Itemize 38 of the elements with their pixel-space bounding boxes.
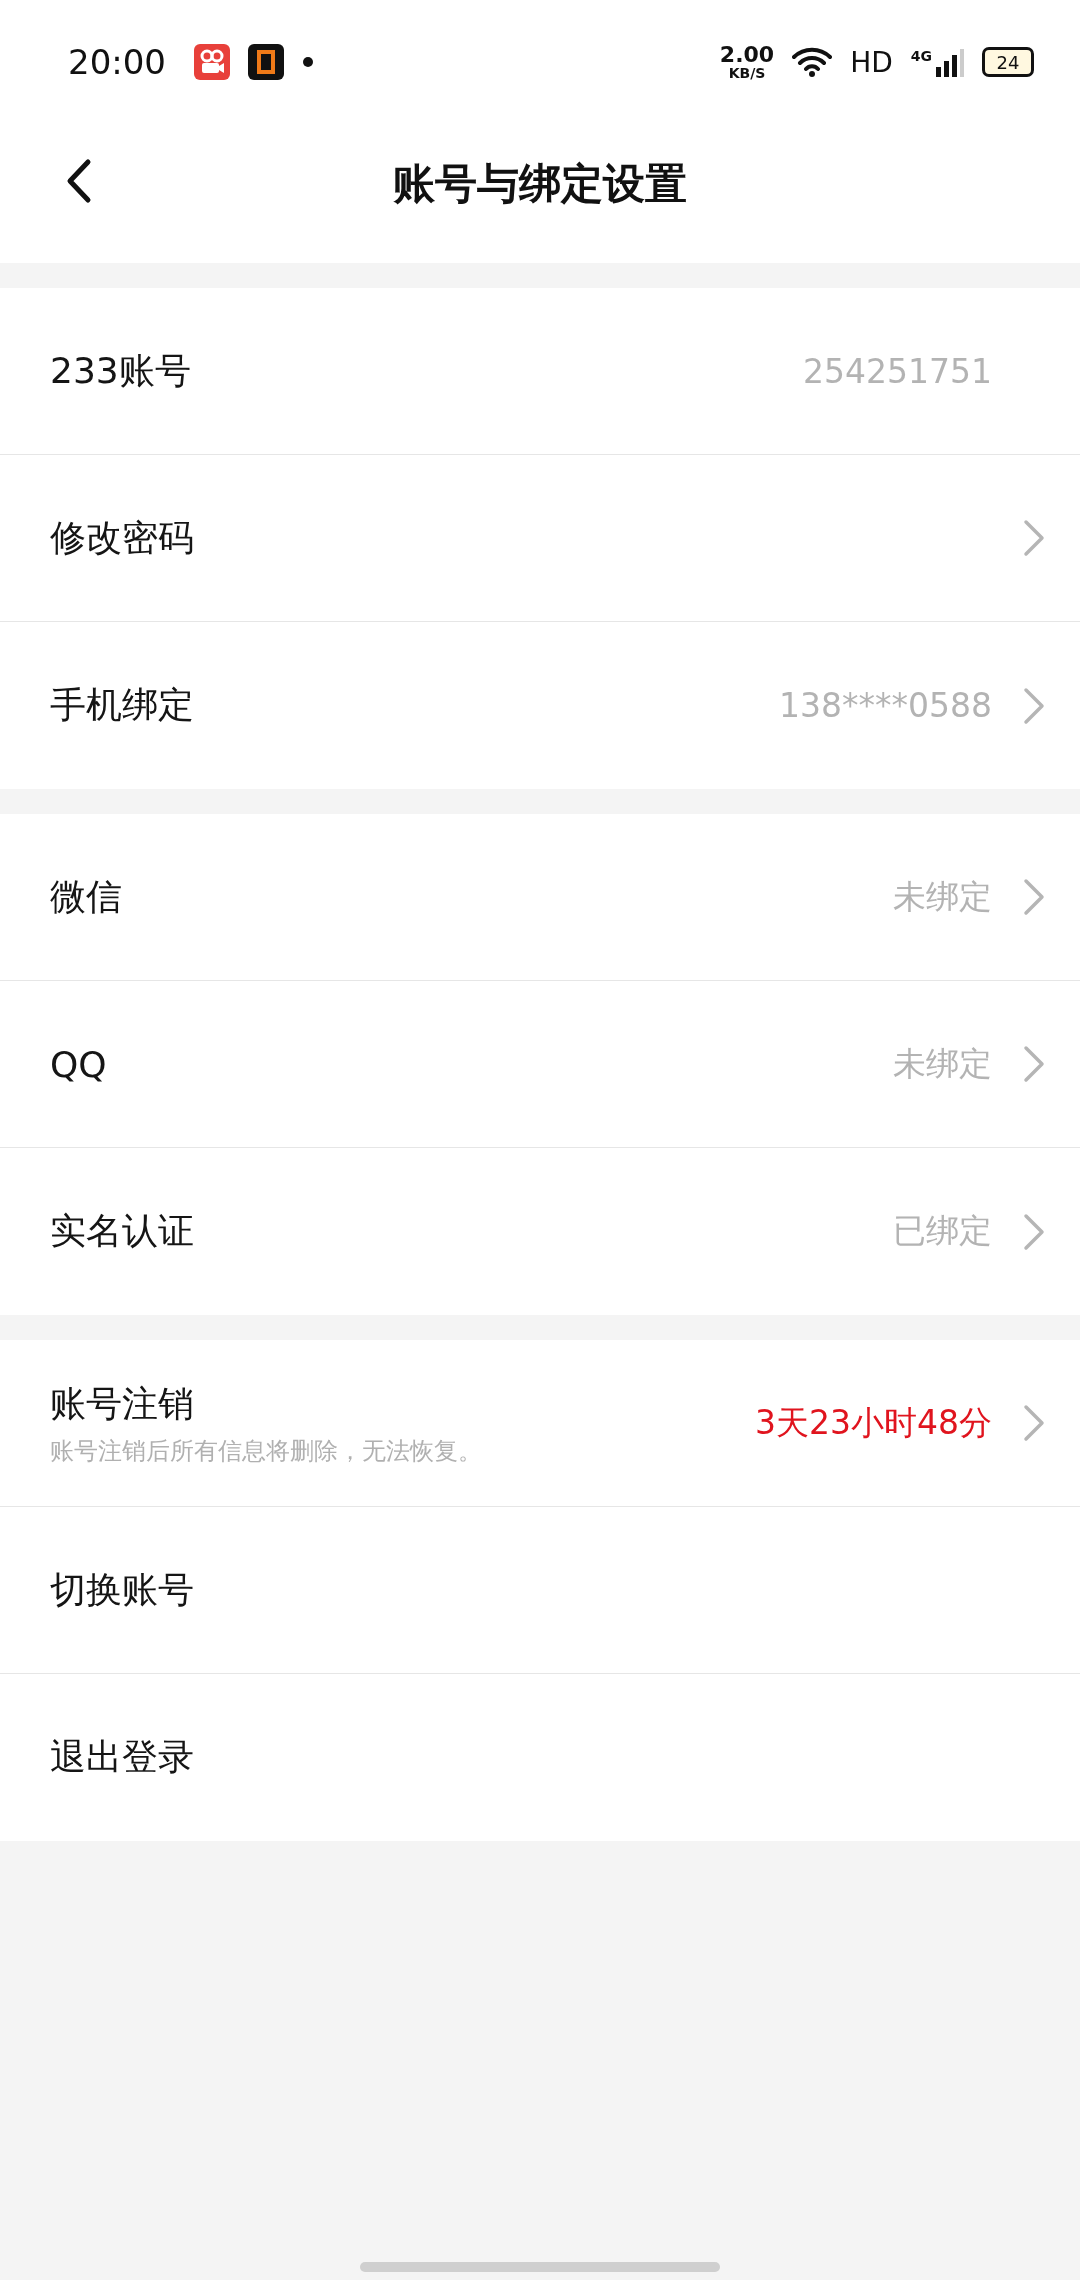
settings-row[interactable]: 微信 未绑定 [0,814,1080,981]
battery-indicator: 24 [982,47,1034,77]
settings-row[interactable]: 切换账号 [0,1507,1080,1674]
row-label: QQ [50,1043,108,1085]
signal-icon [934,47,964,77]
row-label: 账号注销 [50,1381,195,1426]
settings-row[interactable]: 实名认证 已绑定 [0,1148,1080,1315]
settings-row[interactable]: 退出登录 [0,1674,1080,1841]
row-label: 修改密码 [50,515,195,560]
row-value: 254251751 [803,351,992,391]
status-time: 20:00 [68,42,166,82]
row-value: 138****0588 [779,686,992,725]
row-label: 切换账号 [50,1567,195,1612]
row-label: 退出登录 [50,1735,195,1779]
back-icon [66,158,92,204]
settings-row[interactable]: QQ 未绑定 [0,981,1080,1148]
settings-row[interactable]: 手机绑定 138****0588 [0,622,1080,789]
settings-row[interactable]: 233账号 254251751 [0,288,1080,455]
notification-dot-icon [302,56,314,68]
row-value: 未绑定 [893,875,992,918]
cell-type: 4G [910,48,932,64]
network-speed: 2.00 [719,44,775,66]
row-label: 实名认证 [50,1209,195,1253]
row-value: 未绑定 [893,1042,992,1085]
row-label: 微信 [50,874,123,919]
row-value: 已绑定 [893,1210,992,1252]
video-app-icon [194,44,230,80]
hd-indicator: HD [850,45,893,79]
page-title: 账号与绑定设置 [393,157,687,210]
wifi-icon [792,47,833,77]
countdown-value: 3天23小时48分 [755,1401,992,1444]
book-app-icon [248,44,284,80]
network-speed-unit: KB/S [728,66,766,80]
row-label: 手机绑定 [50,683,195,727]
settings-row[interactable]: 账号注销 账号注销后所有信息将删除，无法恢复。 3天23小时48分 [0,1340,1080,1507]
settings-row[interactable]: 修改密码 [0,455,1080,622]
row-label: 233账号 [50,348,192,393]
row-note: 账号注销后所有信息将删除，无法恢复。 [50,1435,483,1467]
